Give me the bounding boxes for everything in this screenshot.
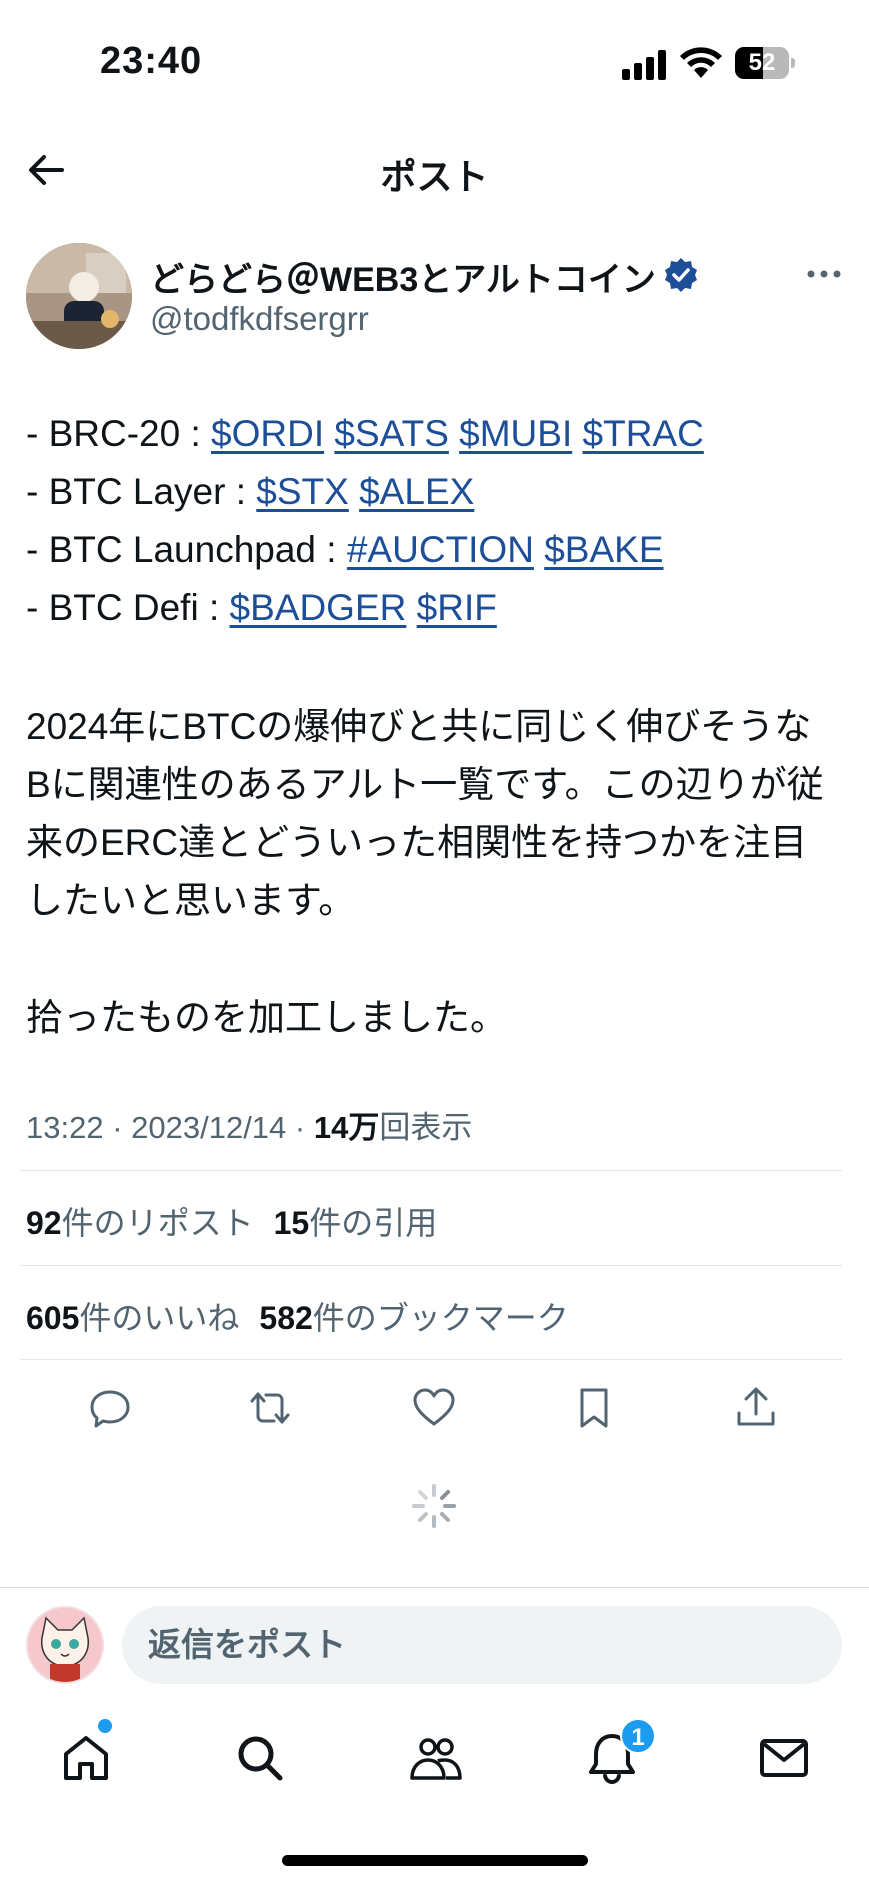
status-time: 23:40 [100,40,203,82]
wifi-icon [680,47,722,78]
divider [0,1587,869,1588]
quotes-stat[interactable]: 15件の引用 [274,1205,438,1241]
quotes-label: 件の引用 [309,1205,438,1241]
views-label: 回表示 [379,1110,473,1145]
battery-icon: 52 [735,47,795,79]
token-line: - BTC Layer : $STX $ALEX [26,463,704,521]
tweet-meta: 13:22 · 2023/12/14 · 14万回表示 [26,1102,472,1147]
cashtag-link[interactable]: $TRAC [583,413,704,454]
cashtag-link[interactable]: $BAKE [544,529,663,570]
post-date[interactable]: 2023/12/14 [131,1110,286,1145]
author-avatar[interactable] [26,243,132,349]
repost-icon[interactable] [246,1384,294,1432]
hashtag-link[interactable]: #AUCTION [347,529,534,570]
tweet-body-line: したいと思います。 [26,880,356,921]
reposts-stat[interactable]: 92件のリポスト [26,1205,254,1241]
home-indicator [282,1855,588,1866]
cashtag-link[interactable]: $ALEX [359,471,474,512]
verified-badge-icon[interactable] [663,257,699,293]
tweet-body-line: Bに関連性のあるアルト一覧です。この辺りが従 [26,764,824,805]
divider [20,1359,842,1360]
divider [20,1170,842,1171]
page-title: ポスト [380,156,489,197]
reposts-count: 92 [26,1205,62,1241]
share-icon[interactable] [732,1384,780,1432]
author-handle[interactable]: @todfkdfsergrr [150,300,369,338]
more-options-icon[interactable] [804,262,844,286]
user-avatar[interactable] [26,1606,104,1684]
reply-icon[interactable] [86,1384,134,1432]
meta-separator: · [286,1110,314,1145]
author-name[interactable]: どらどら＠WEB3とアルトコイン [150,252,656,301]
likes-count: 605 [26,1300,80,1336]
token-line: - BTC Defi : $BADGER $RIF [26,579,704,637]
bookmarks-count: 582 [259,1300,313,1336]
tweet-token-list: - BRC-20 : $ORDI $SATS $MUBI $TRAC - BTC… [26,405,704,637]
token-line: - BRC-20 : $ORDI $SATS $MUBI $TRAC [26,405,704,463]
tweet-body-note: 拾ったものを加工しました。 [26,997,507,1038]
likes-label: 件のいいね [79,1300,240,1336]
stats-row-reposts: 92件のリポスト 15件の引用 [26,1198,437,1244]
communities-icon[interactable] [408,1730,464,1786]
bookmark-icon[interactable] [570,1384,618,1432]
reply-input[interactable]: 返信をポスト [122,1606,842,1684]
token-line-label: - BTC Launchpad : [26,529,347,570]
messages-icon[interactable] [756,1730,812,1786]
token-line-label: - BTC Defi : [26,587,230,628]
token-line-label: - BTC Layer : [26,471,257,512]
notification-badge: 1 [620,1718,656,1754]
bookmarks-label: 件のブックマーク [312,1300,569,1336]
tweet-body-line: 2024年にBTCの爆伸びと共に同じく伸びそうな [26,706,812,747]
like-icon[interactable] [410,1384,458,1432]
cashtag-link[interactable]: $RIF [417,587,497,628]
cashtag-link[interactable]: $ORDI [211,413,324,454]
likes-stat[interactable]: 605件のいいね [26,1300,239,1336]
home-unread-dot [98,1719,112,1733]
status-bar: 23:40 52 [0,0,869,120]
divider [20,1265,842,1266]
bookmarks-stat[interactable]: 582件のブックマーク [259,1300,568,1336]
search-icon[interactable] [232,1730,288,1786]
cellular-signal-icon [622,50,666,80]
meta-separator: · [103,1110,132,1145]
token-line: - BTC Launchpad : #AUCTION $BAKE [26,521,704,579]
cashtag-link[interactable]: $MUBI [459,413,572,454]
battery-percent: 52 [748,49,776,76]
post-time[interactable]: 13:22 [26,1110,104,1145]
tweet-body: 2024年にBTCの爆伸びと共に同じく伸びそうな Bに関連性のあるアルト一覧です… [26,698,848,930]
cashtag-link[interactable]: $SATS [334,413,448,454]
token-line-label: - BRC-20 : [26,413,212,454]
reposts-label: 件のリポスト [61,1205,254,1241]
stats-row-likes: 605件のいいね 582件のブックマーク [26,1293,569,1339]
views-count: 14万 [313,1110,380,1145]
cashtag-link[interactable]: $STX [256,471,349,512]
quotes-count: 15 [273,1205,310,1241]
tweet-body-line: 来のERC達とどういった相関性を持つかを注目 [26,822,808,863]
loading-spinner-icon [412,1484,456,1528]
cashtag-link[interactable]: $BADGER [230,587,407,628]
header: ポスト [0,120,869,220]
home-icon[interactable] [58,1730,114,1786]
